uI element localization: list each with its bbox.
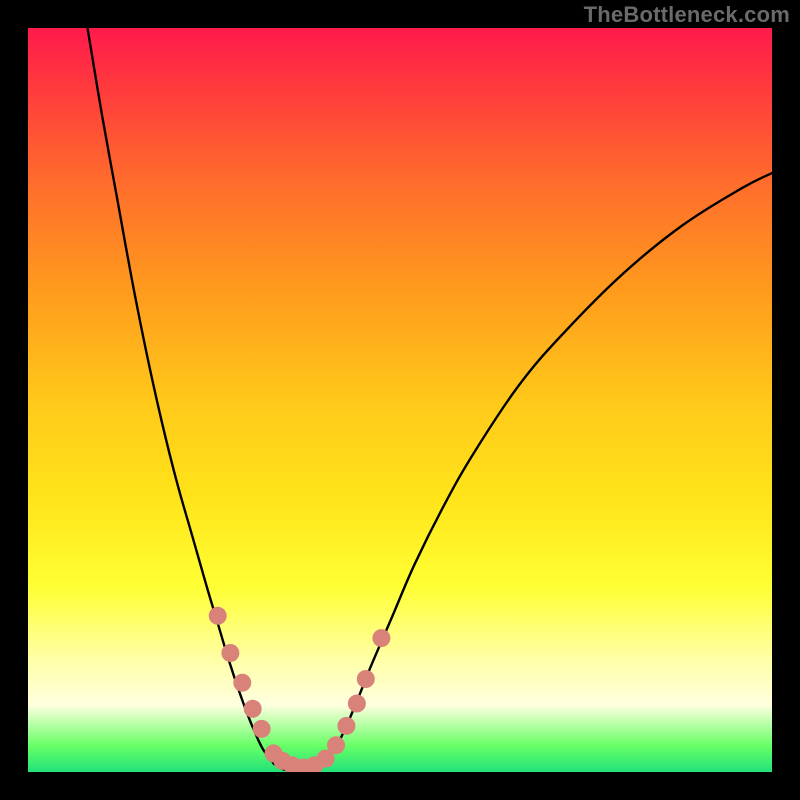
bottleneck-curve bbox=[88, 28, 772, 771]
watermark-text: TheBottleneck.com bbox=[584, 2, 790, 28]
sample-marker bbox=[337, 717, 355, 735]
chart-frame: TheBottleneck.com bbox=[0, 0, 800, 800]
sample-marker bbox=[209, 607, 227, 625]
sample-marker bbox=[327, 736, 345, 754]
sample-marker bbox=[244, 700, 262, 718]
plot-area bbox=[28, 28, 772, 772]
sample-marker bbox=[221, 644, 239, 662]
sample-marker bbox=[348, 695, 366, 713]
sample-markers bbox=[209, 607, 391, 772]
sample-marker bbox=[357, 670, 375, 688]
curve-layer bbox=[28, 28, 772, 772]
sample-marker bbox=[372, 629, 390, 647]
sample-marker bbox=[253, 720, 271, 738]
sample-marker bbox=[233, 674, 251, 692]
